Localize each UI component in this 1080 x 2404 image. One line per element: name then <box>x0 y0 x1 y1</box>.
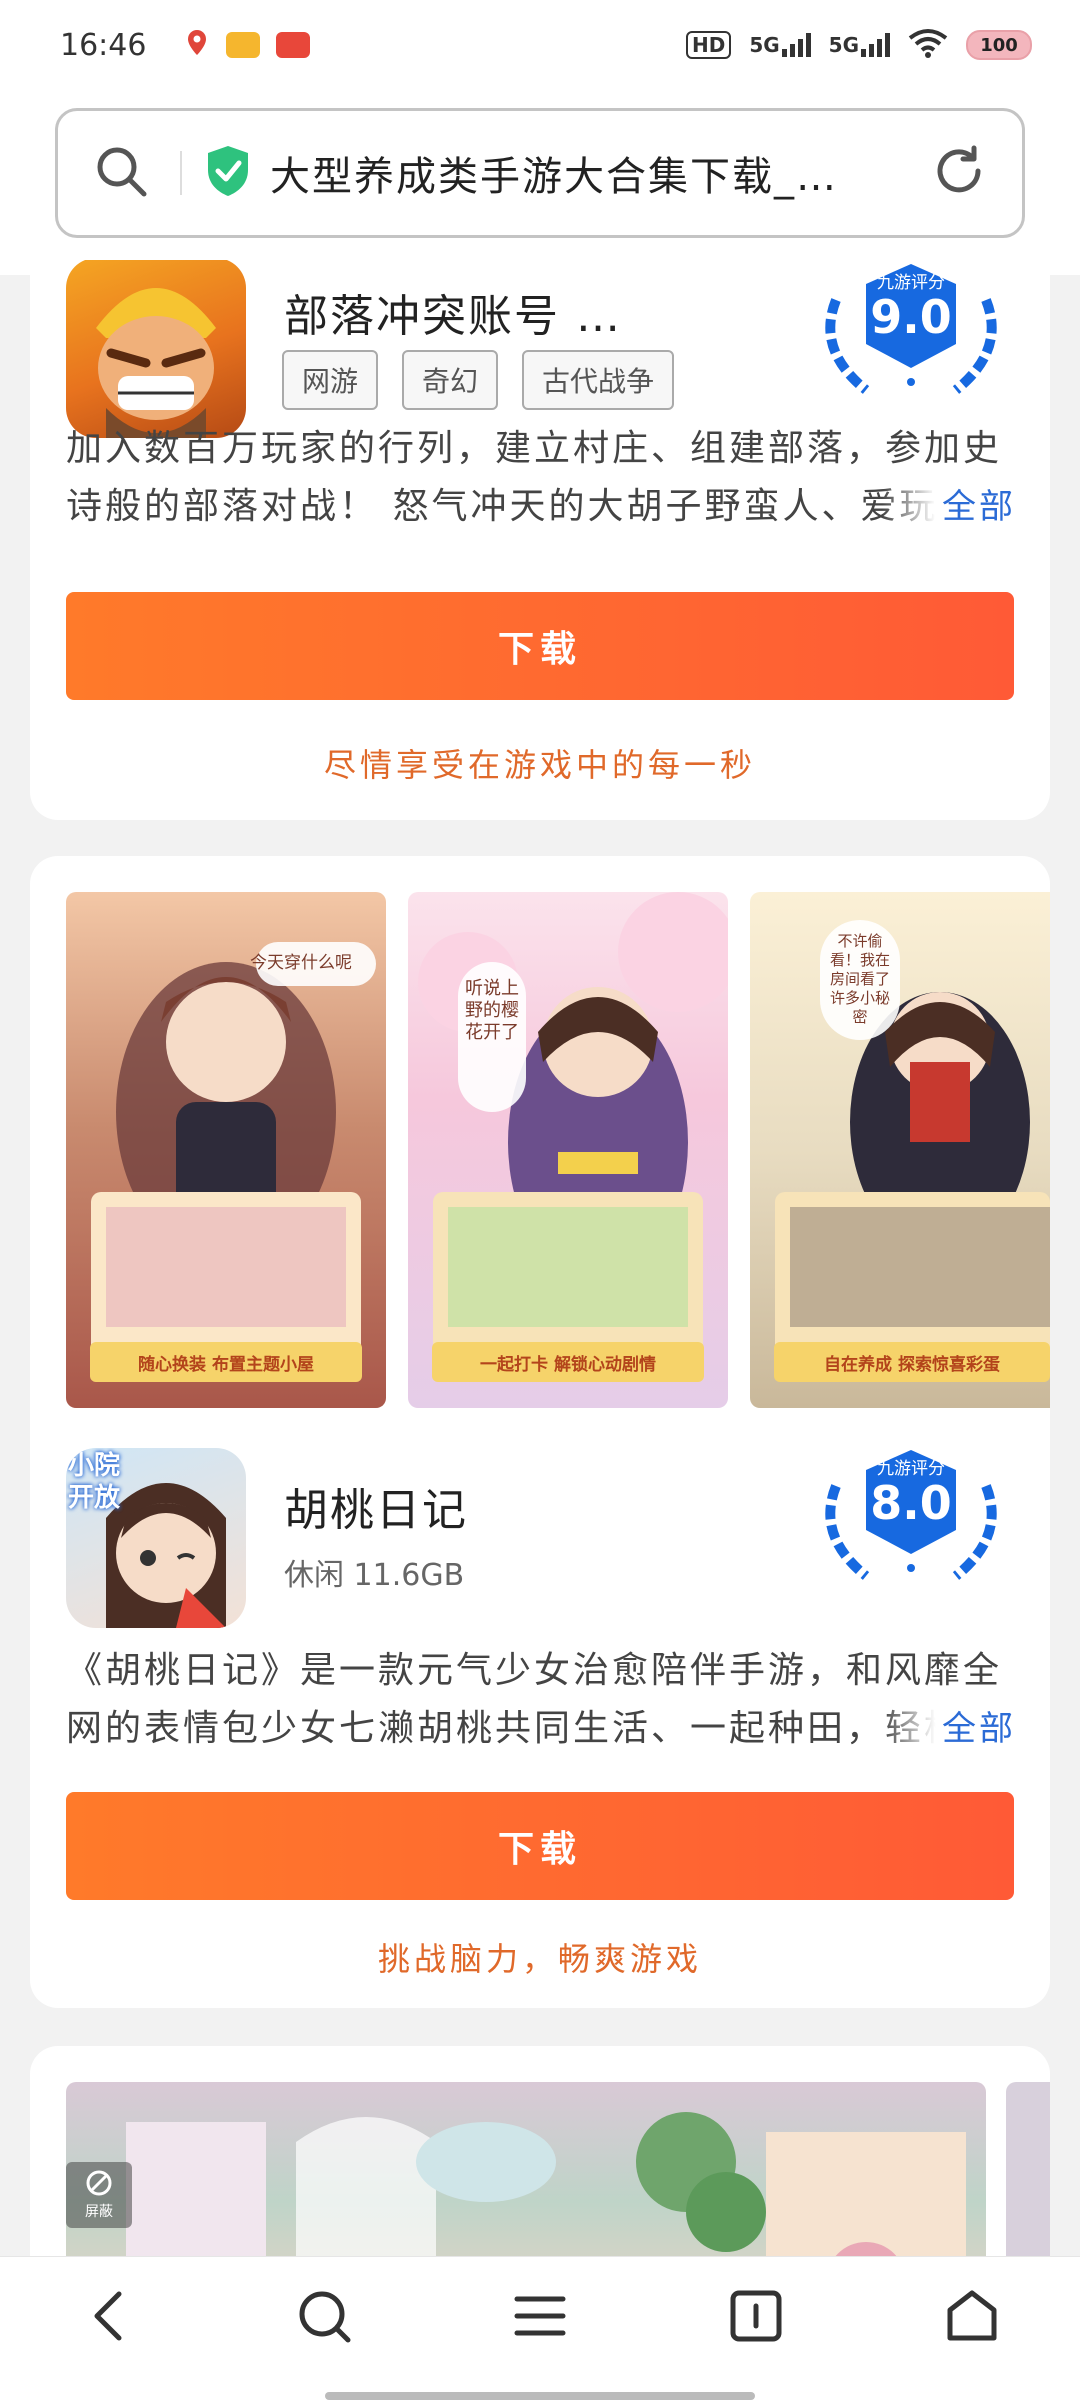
score-value: 8.0 <box>870 1476 952 1530</box>
signal-icon: 5G <box>749 33 811 57</box>
app-icon[interactable]: 小院开放 <box>66 1448 246 1628</box>
status-right: HD 5G 5G 100 <box>685 28 1032 62</box>
expand-link[interactable]: 全部 <box>882 478 1016 536</box>
app-description: 加入数百万玩家的行列，建立村庄、组建部落，参加史诗般的部落对战！ 怒气冲天的大胡… <box>66 420 1016 536</box>
block-icon <box>85 2169 113 2201</box>
screenshot-caption: 一起打卡 解锁心动剧情 <box>432 1342 704 1382</box>
score-badge: 九游评分 9.0 <box>806 260 1016 410</box>
menu-button[interactable] <box>495 2273 585 2363</box>
tag[interactable]: 网游 <box>282 350 379 410</box>
status-bar: 16:46 HD 5G 5G 100 <box>0 0 1080 90</box>
app-notification-icon <box>226 32 261 58</box>
speech-bubble: 听说上野的樱花开了 <box>465 978 519 1043</box>
tabs-button[interactable] <box>711 2273 801 2363</box>
tag-list: 网游 奇幻 古代战争 <box>282 350 675 410</box>
tag[interactable]: 古代战争 <box>522 350 675 410</box>
speech-bubble: 今天穿什么呢 <box>250 953 352 973</box>
score-badge: 九游评分 8.0 <box>806 1446 1016 1596</box>
divider <box>180 151 182 195</box>
download-button[interactable]: 下载 <box>66 592 1014 700</box>
search-icon <box>294 2286 354 2350</box>
location-icon <box>184 28 210 62</box>
app-name[interactable]: 部落冲突账号 … <box>284 280 622 344</box>
hd-icon: HD <box>685 31 732 59</box>
app-meta: 休闲 11.6GB <box>284 1558 465 1593</box>
tabs-icon <box>729 2289 783 2347</box>
page-title[interactable]: 大型养成类手游大合集下载_… <box>270 144 932 202</box>
home-icon <box>944 2288 1000 2348</box>
screenshot[interactable]: 不许偷看！我在房间看了许多小秘密 自在养成 探索惊喜彩蛋 <box>750 892 1050 1408</box>
expand-link[interactable]: 全部 <box>882 1700 1016 1758</box>
block-button[interactable]: 屏蔽 <box>66 2162 132 2228</box>
app-icon[interactable] <box>66 260 246 438</box>
bottom-navigation <box>0 2256 1080 2404</box>
status-time: 16:46 <box>60 27 147 63</box>
menu-icon <box>513 2291 567 2345</box>
address-bar[interactable]: 大型养成类手游大合集下载_… <box>55 108 1025 238</box>
block-label: 屏蔽 <box>85 2204 113 2220</box>
search-button[interactable] <box>279 2273 369 2363</box>
app-name[interactable]: 胡桃日记 <box>284 1474 468 1538</box>
safe-shield-icon <box>204 144 252 202</box>
screenshot-caption: 随心换装 布置主题小屋 <box>90 1342 362 1382</box>
chevron-left-icon <box>83 2286 133 2350</box>
wifi-icon <box>908 28 948 62</box>
tag[interactable]: 奇幻 <box>402 350 499 410</box>
app-slogan: 挑战脑力，畅爽游戏 <box>377 1940 702 1978</box>
icon-badge: 小院开放 <box>68 1451 121 1513</box>
app-slogan: 尽情享受在游戏中的每一秒 <box>323 746 756 784</box>
score-value: 9.0 <box>870 290 952 344</box>
screenshot[interactable]: 听说上野的樱花开了 一起打卡 解锁心动剧情 <box>408 892 728 1408</box>
speech-bubble: 不许偷看！我在房间看了许多小秘密 <box>829 932 890 1026</box>
app-card: 部落冲突账号 … 网游 奇幻 古代战争 九游评分 9.0 加入数百万玩家的行列，… <box>30 260 1050 820</box>
search-icon[interactable] <box>94 144 148 202</box>
back-button[interactable] <box>63 2273 153 2363</box>
app-description: 《胡桃日记》是一款元气少女治愈陪伴手游，和风靡全网的表情包少女七濑胡桃共同生活、… <box>66 1642 1016 1758</box>
notification-icons <box>184 28 311 62</box>
home-indicator[interactable] <box>325 2392 755 2400</box>
screenshot[interactable]: 今天穿什么呢 随心换装 布置主题小屋 <box>66 892 386 1408</box>
battery-indicator: 100 <box>966 30 1032 60</box>
app-notification-icon <box>276 32 311 58</box>
app-card: 今天穿什么呢 随心换装 布置主题小屋 听说上野的樱花开了 一起打卡 解锁心动剧情 <box>30 856 1050 2008</box>
screenshot-caption: 自在养成 探索惊喜彩蛋 <box>774 1342 1050 1382</box>
download-button[interactable]: 下载 <box>66 1792 1014 1900</box>
address-bar-container: 大型养成类手游大合集下载_… <box>0 90 1080 275</box>
signal-icon: 5G <box>829 33 890 57</box>
home-button[interactable] <box>927 2273 1017 2363</box>
refresh-icon[interactable] <box>932 144 986 202</box>
